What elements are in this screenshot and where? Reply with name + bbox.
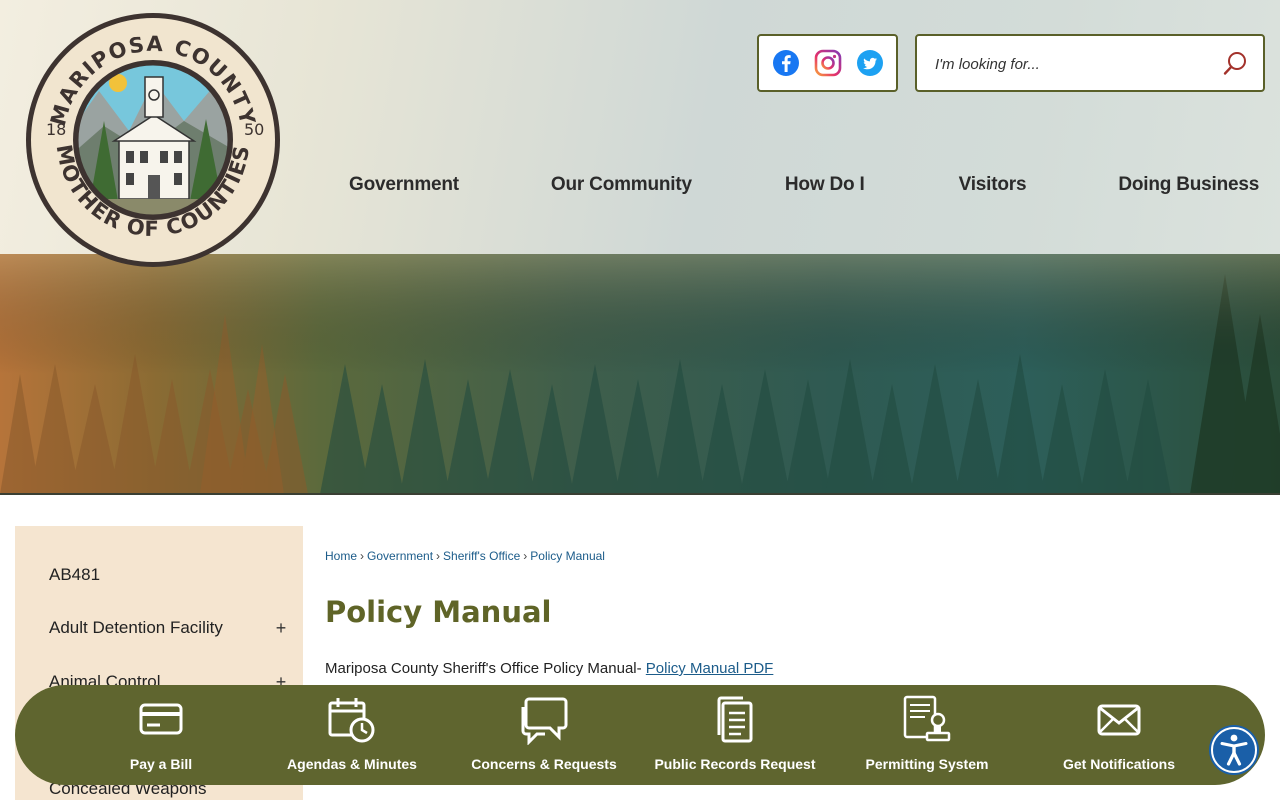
quick-link-label: Public Records Request [654, 756, 816, 772]
nav-visitors[interactable]: Visitors [959, 174, 1027, 204]
expand-plus-icon[interactable]: + [273, 618, 289, 639]
quick-link-public-records-request[interactable]: Public Records Request [645, 685, 825, 785]
quick-link-concerns-requests[interactable]: Concerns & Requests [454, 685, 634, 785]
nav-government[interactable]: Government [349, 174, 459, 204]
sidebar-item-ab481[interactable]: AB481 [49, 561, 289, 589]
calendar-clock-icon [328, 698, 375, 743]
county-seal-logo[interactable]: MARIPOSA COUNTY MOTHER OF COUNTIES 18 50 [24, 11, 282, 269]
main-nav: Government Our Community How Do I Visito… [349, 174, 1259, 204]
policy-manual-pdf-link[interactable]: Policy Manual PDF [646, 660, 774, 677]
search-input[interactable] [935, 50, 1215, 78]
quick-link-agendas-minutes[interactable]: Agendas & Minutes [262, 685, 442, 785]
credit-card-icon [139, 703, 183, 735]
breadcrumb-separator: › [436, 549, 441, 563]
search-icon[interactable] [1221, 50, 1249, 78]
quick-link-label: Permitting System [865, 756, 989, 772]
logo-year-right: 50 [244, 120, 264, 139]
forest-banner-image [0, 254, 1280, 494]
breadcrumb-sheriffs-office[interactable]: Sheriff's Office [443, 549, 520, 563]
intro-paragraph: Mariposa County Sheriff's Office Policy … [325, 660, 773, 677]
site-header: MARIPOSA COUNTY MOTHER OF COUNTIES 18 50 [0, 0, 1280, 267]
instagram-icon[interactable] [814, 49, 842, 77]
breadcrumb-separator: › [523, 549, 528, 563]
twitter-icon[interactable] [856, 49, 884, 77]
sidebar-item-label: AB481 [49, 565, 101, 584]
quick-link-permitting-system[interactable]: Permitting System [837, 685, 1017, 785]
nav-our-community[interactable]: Our Community [551, 174, 692, 204]
quick-link-label: Get Notifications [1062, 756, 1175, 772]
chat-bubbles-icon [521, 697, 568, 745]
envelope-icon [1097, 704, 1141, 736]
sidebar-item-label: Adult Detention Facility [49, 618, 223, 637]
breadcrumb-home[interactable]: Home [325, 549, 357, 563]
nav-how-do-i[interactable]: How Do I [785, 174, 865, 204]
accessibility-button[interactable] [1211, 727, 1257, 773]
search-box [915, 34, 1265, 92]
quick-link-pay-a-bill[interactable]: Pay a Bill [71, 685, 251, 785]
nav-doing-business[interactable]: Doing Business [1118, 174, 1259, 204]
forest-trees-illustration [0, 254, 1280, 494]
quick-link-label: Pay a Bill [129, 756, 193, 772]
breadcrumb-separator: › [360, 549, 365, 563]
breadcrumb: Home › Government › Sheriff's Office › Policy … [325, 549, 605, 563]
social-links [757, 34, 898, 92]
quick-link-get-notifications[interactable]: Get Notifications [1029, 685, 1209, 785]
breadcrumb-policy-manual[interactable]: Policy Manual [530, 549, 605, 563]
breadcrumb-government[interactable]: Government [367, 549, 433, 563]
permit-stamp-icon [903, 695, 951, 742]
sidebar-item-adult-detention-facility[interactable]: Adult Detention Facility + [49, 614, 289, 642]
quick-links-bar: Pay a Bill Agendas & Minutes Concerns & … [15, 685, 1265, 785]
intro-text: Mariposa County Sheriff's Office Policy … [325, 660, 642, 677]
accessibility-icon [1220, 734, 1248, 766]
quick-link-label: Agendas & Minutes [287, 756, 417, 772]
logo-year-left: 18 [46, 120, 66, 139]
banner-divider [0, 493, 1280, 495]
documents-icon [717, 696, 753, 743]
facebook-icon[interactable] [772, 49, 800, 77]
page-title: Policy Manual [325, 595, 552, 629]
quick-link-label: Concerns & Requests [471, 756, 617, 772]
